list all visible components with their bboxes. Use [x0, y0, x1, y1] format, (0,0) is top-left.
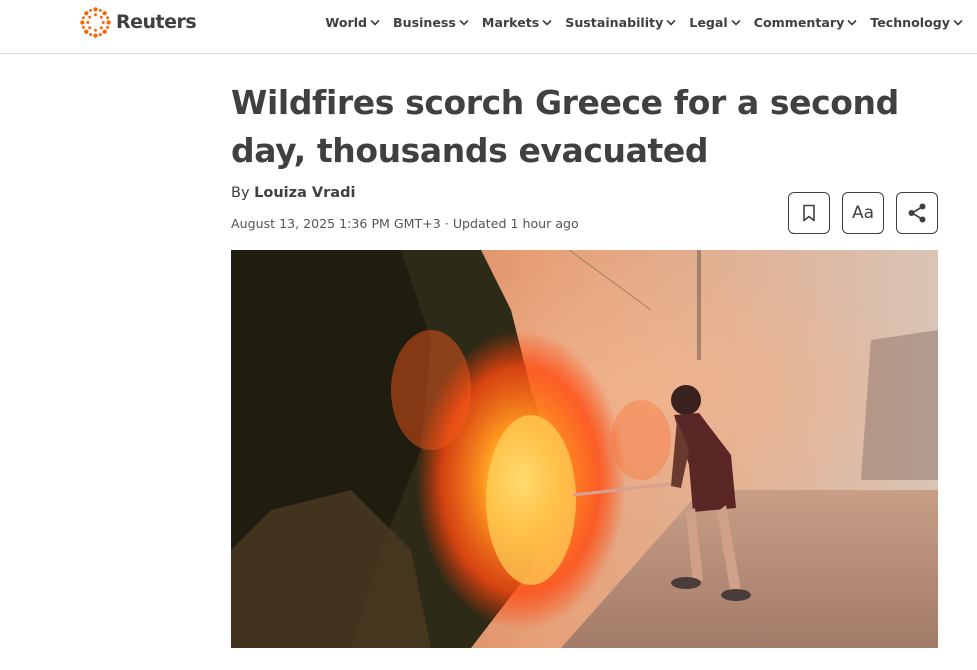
nav-item-label: Legal: [689, 14, 728, 30]
nav-item-sustainability[interactable]: Sustainability: [565, 15, 676, 30]
chevron-down-icon: [666, 19, 676, 26]
chevron-down-icon: [847, 19, 857, 26]
reuters-logo-icon: [80, 6, 111, 38]
article-photo: [231, 250, 938, 648]
nav-item-label: Business: [393, 14, 456, 30]
chevron-down-icon: [542, 19, 552, 26]
wildfire-photo-illustration: [231, 250, 938, 648]
text-size-label: Aa: [851, 203, 875, 223]
nav-item-label: Commentary: [753, 14, 845, 30]
nav-item-commentary[interactable]: Commentary: [754, 15, 858, 30]
reuters-logo[interactable]: Reuters: [80, 5, 197, 39]
chevron-down-icon: [370, 19, 380, 26]
dateline-separator: ·: [444, 216, 449, 231]
article-headline: Wildfires scorch Greece for a second day…: [231, 83, 899, 170]
nav-item-technology[interactable]: Technology: [870, 15, 963, 30]
bookmark-button[interactable]: [788, 192, 830, 234]
site-header: Reuters World Business Markets Sustainab…: [0, 0, 977, 54]
nav-item-business[interactable]: Business: [393, 15, 469, 30]
brand-name: Reuters: [116, 11, 197, 33]
share-icon: [908, 203, 926, 223]
main-nav: World Business Markets Sustainability Le…: [325, 12, 963, 32]
nav-item-label: World: [325, 14, 368, 30]
nav-item-markets[interactable]: Markets: [482, 15, 552, 30]
publish-date: August 13, 2025 1:36 PM GMT+3: [231, 216, 441, 231]
nav-item-label: Sustainability: [565, 14, 664, 30]
byline: By Louiza Vradi: [231, 185, 355, 201]
share-button[interactable]: [896, 192, 938, 234]
chevron-down-icon: [953, 19, 963, 26]
dateline: August 13, 2025 1:36 PM GMT+3 · Updated …: [231, 216, 579, 231]
bookmark-icon: [803, 204, 815, 222]
byline-prefix: By: [231, 185, 250, 201]
author-link[interactable]: Louiza Vradi: [254, 185, 355, 201]
chevron-down-icon: [459, 19, 469, 26]
nav-item-world[interactable]: World: [325, 15, 380, 30]
nav-item-label: Markets: [481, 14, 540, 30]
nav-item-label: Technology: [870, 14, 950, 30]
chevron-down-icon: [731, 19, 741, 26]
updated-time: Updated 1 hour ago: [452, 216, 579, 231]
text-size-button[interactable]: Aa: [842, 192, 884, 234]
nav-item-legal[interactable]: Legal: [689, 14, 741, 30]
